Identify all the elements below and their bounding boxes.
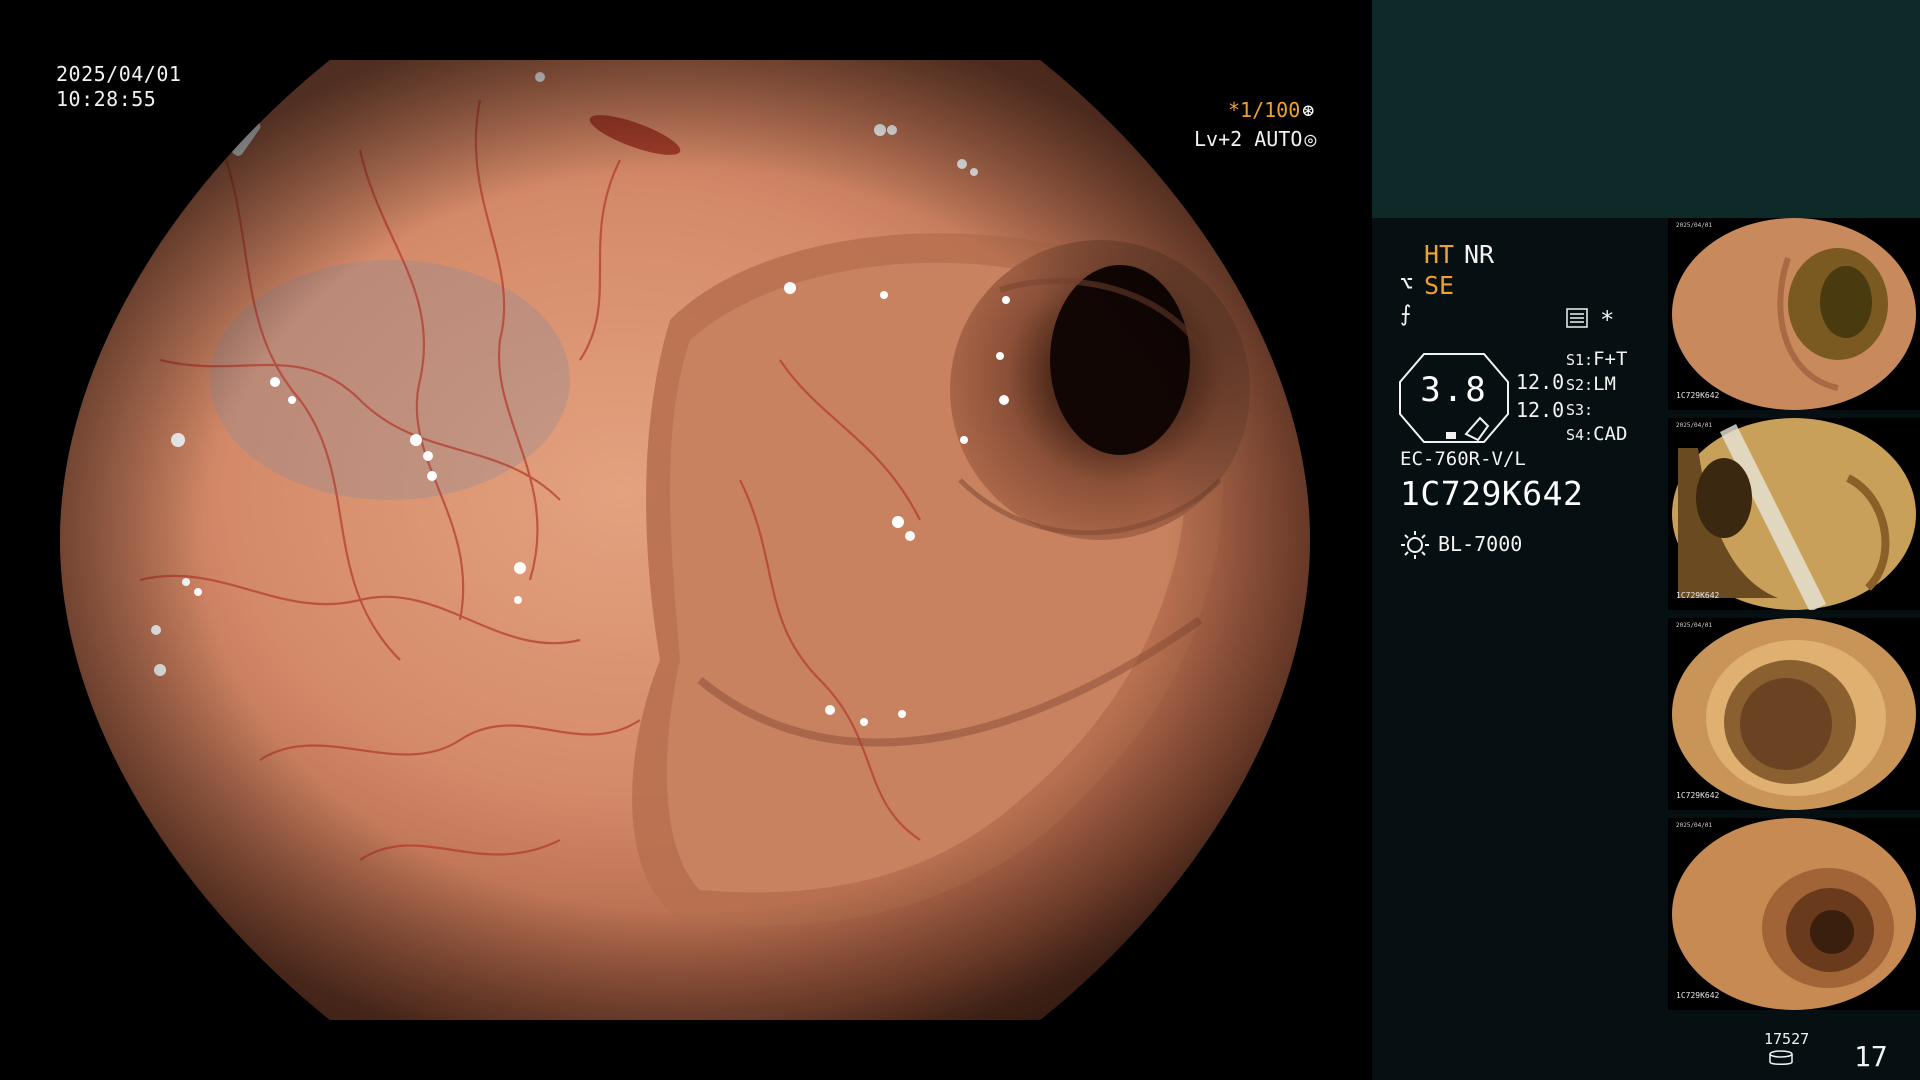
thumbnail-date: 2025/04/01 — [1676, 822, 1713, 829]
s2-setting: S2:LM — [1566, 373, 1616, 395]
level-text: Lv+2 AUTO — [1194, 127, 1303, 151]
s1-value: F+T — [1593, 348, 1628, 370]
capture-thumbnail[interactable]: 2025/04/01 1C729K642 — [1668, 818, 1920, 1010]
s2-key: S2: — [1566, 376, 1594, 394]
zoom-value: 3.8 — [1420, 370, 1488, 410]
s4-setting: S4:CAD — [1566, 423, 1627, 445]
s3-setting: S3: — [1566, 398, 1593, 420]
thumbnail-image — [1672, 418, 1916, 610]
iris-icon: ◎ — [1304, 127, 1317, 151]
endoscopy-main-view: 2025/04/01 10:28:55 *1/100 ⊛ Lv+2 AUTO ◎ — [0, 0, 1372, 1080]
s4-value: CAD — [1593, 423, 1628, 445]
thumbnail-date: 2025/04/01 — [1676, 422, 1713, 429]
storage-icon — [1769, 1050, 1793, 1065]
time-text: 10:28:55 — [56, 87, 157, 111]
s1-key: S1: — [1566, 351, 1594, 369]
settings-list-icon — [1566, 308, 1588, 328]
light-source-name: BL-7000 — [1438, 532, 1523, 556]
thumbnail-date: 2025/04/01 — [1676, 222, 1713, 229]
thumbnail-image — [1672, 618, 1916, 810]
thumbnail-image — [1672, 818, 1916, 1010]
s4-key: S4: — [1566, 426, 1594, 444]
aperture-icon: ⊛ — [1302, 98, 1315, 122]
thumbnail-label: 1C729K642 — [1676, 591, 1720, 600]
asterisk-icon: * — [1600, 306, 1615, 334]
date-text: 2025/04/01 — [56, 62, 182, 86]
scope-serial: 1C729K642 — [1400, 474, 1584, 513]
mode-se: SE — [1424, 271, 1455, 300]
header-band — [1372, 0, 1920, 218]
thumbnail-label: 1C729K642 — [1676, 391, 1720, 400]
light-source-icon — [1401, 531, 1429, 559]
s2-value: LM — [1593, 373, 1616, 395]
mode-ht: HT — [1424, 240, 1455, 269]
structure-enhance-icon: ⌥ — [1400, 272, 1414, 297]
mode-nr: NR — [1464, 240, 1495, 269]
scope-model: EC-760R-V/L — [1400, 448, 1526, 470]
s3-key: S3: — [1566, 401, 1594, 419]
thumbnail-image — [1672, 218, 1916, 410]
thumbnail-label: 1C729K642 — [1676, 791, 1720, 800]
storage-count: 17527 — [1764, 1030, 1810, 1048]
settings-panel: HT NR ⌥ SE ⨍ * 3.8 12.0 12.0 S1:F+T S2:L… — [1372, 218, 1668, 1080]
parameter-value-1: 12.0 — [1516, 370, 1565, 394]
shutter-text: *1/100 — [1228, 98, 1301, 122]
info-sidebar: HT NR ⌥ SE ⨍ * 3.8 12.0 12.0 S1:F+T S2:L… — [1372, 0, 1920, 1080]
shutter-speed: *1/100 ⊛ — [1228, 98, 1314, 122]
thumbnail-label: 1C729K642 — [1676, 991, 1720, 1000]
image-count: 17 — [1854, 1040, 1888, 1073]
brightness-level: Lv+2 AUTO ◎ — [1194, 127, 1316, 151]
thumbnail-date: 2025/04/01 — [1676, 622, 1713, 629]
timestamp: 2025/04/01 10:28:55 — [56, 62, 181, 112]
capture-thumbnail[interactable]: 2025/04/01 1C729K642 — [1668, 618, 1920, 810]
s1-setting: S1:F+T — [1566, 348, 1627, 370]
edge-icon: ⨍ — [1400, 302, 1412, 327]
capture-thumbnail[interactable]: 2025/04/01 1C729K642 — [1668, 218, 1920, 410]
capture-thumbnail[interactable]: 2025/04/01 1C729K642 — [1668, 418, 1920, 610]
parameter-value-2: 12.0 — [1516, 398, 1565, 422]
endoscopy-image — [60, 60, 1310, 1020]
